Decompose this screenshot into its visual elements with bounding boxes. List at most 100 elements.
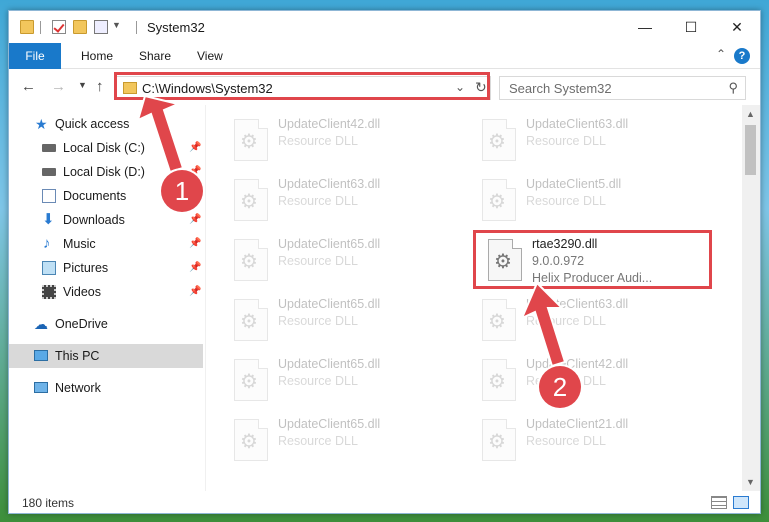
download-icon: ⬇: [42, 211, 55, 228]
properties-icon[interactable]: [52, 20, 66, 34]
scrollbar-thumb[interactable]: [745, 125, 756, 175]
file-item[interactable]: ⚙ UpdateClient65.dll Resource DLL: [228, 295, 448, 347]
sidebar-item-downloads[interactable]: ⬇ Downloads 📌: [9, 208, 203, 232]
file-type: Resource DLL: [278, 134, 358, 148]
gear-icon: ⚙: [488, 311, 506, 333]
pin-icon[interactable]: 📌: [189, 232, 201, 256]
customize-toolbar-icon[interactable]: [94, 20, 108, 34]
chevron-up-icon[interactable]: ⌃: [716, 47, 726, 61]
sidebar-item-pictures[interactable]: Pictures 📌: [9, 256, 203, 280]
folder-icon: [20, 20, 34, 34]
search-input[interactable]: Search System32 ⚲: [499, 76, 746, 100]
sidebar-item-label: Videos: [63, 285, 101, 299]
vertical-scrollbar[interactable]: ▲ ▼: [742, 105, 760, 491]
sidebar-item-label: Local Disk (C:): [63, 141, 145, 155]
dll-file-icon: ⚙: [234, 239, 268, 281]
pin-icon[interactable]: 📌: [189, 208, 201, 232]
sidebar-item-music[interactable]: ♪ Music 📌: [9, 232, 203, 256]
sidebar-item-quick-access[interactable]: ★ Quick access: [9, 112, 203, 136]
file-name: UpdateClient65.dll: [278, 297, 381, 311]
step-2-badge: 2: [539, 366, 581, 408]
pin-icon[interactable]: 📌: [189, 256, 201, 280]
forward-arrow-icon[interactable]: →: [51, 78, 66, 95]
pictures-icon: [42, 261, 56, 275]
file-item[interactable]: ⚙ UpdateClient63.dll Resource DLL: [476, 115, 696, 167]
dll-file-icon: ⚙: [234, 119, 268, 161]
back-arrow-icon[interactable]: ←: [21, 78, 36, 95]
computer-icon: [34, 350, 48, 361]
gear-icon: ⚙: [240, 311, 258, 333]
cloud-icon: ☁: [34, 316, 48, 332]
file-item[interactable]: ⚙ UpdateClient65.dll Resource DLL: [228, 355, 448, 407]
sidebar-item-network[interactable]: Network: [9, 376, 203, 400]
file-item[interactable]: ⚙ UpdateClient42.dll Resource DLL: [228, 115, 448, 167]
tab-share[interactable]: Share: [127, 43, 183, 69]
divider: [40, 21, 41, 34]
network-icon: [34, 382, 48, 393]
dll-file-icon: ⚙: [482, 359, 516, 401]
chevron-down-icon[interactable]: ▼: [112, 20, 121, 30]
dll-file-icon: ⚙: [482, 299, 516, 341]
gear-icon: ⚙: [488, 371, 506, 393]
file-item[interactable]: ⚙ UpdateClient65.dll Resource DLL: [228, 235, 448, 287]
file-item[interactable]: ⚙ UpdateClient21.dll Resource DLL: [476, 415, 696, 467]
recent-locations-icon[interactable]: ▼: [78, 80, 87, 90]
new-folder-icon[interactable]: [73, 20, 87, 34]
file-name: UpdateClient5.dll: [526, 177, 622, 191]
dll-file-icon: ⚙: [482, 119, 516, 161]
dll-file-icon: ⚙: [482, 179, 516, 221]
sidebar-item-onedrive[interactable]: ☁ OneDrive: [9, 312, 203, 336]
file-type: Resource DLL: [278, 194, 358, 208]
gear-icon: ⚙: [240, 371, 258, 393]
file-item[interactable]: ⚙ UpdateClient42.dll Resource DLL: [476, 355, 696, 407]
file-type: Resource DLL: [278, 374, 358, 388]
up-arrow-icon[interactable]: ↑: [96, 78, 104, 95]
scroll-up-icon[interactable]: ▲: [746, 109, 755, 119]
dll-file-icon: ⚙: [482, 419, 516, 461]
file-name: UpdateClient63.dll: [526, 117, 629, 131]
gear-icon: ⚙: [488, 131, 506, 153]
file-type: Resource DLL: [526, 314, 606, 328]
file-name: UpdateClient63.dll: [278, 177, 381, 191]
sidebar-item-videos[interactable]: Videos 📌: [9, 280, 203, 304]
maximize-icon[interactable]: ☐: [668, 11, 714, 43]
scroll-down-icon[interactable]: ▼: [746, 477, 755, 487]
tab-file[interactable]: File: [9, 43, 61, 69]
gear-icon: ⚙: [240, 431, 258, 453]
help-icon[interactable]: ?: [734, 48, 750, 64]
divider: [136, 21, 137, 34]
sidebar-item-label: Music: [63, 237, 96, 251]
gear-icon: ⚙: [240, 191, 258, 213]
status-bar: 180 items: [9, 491, 760, 513]
tab-home[interactable]: Home: [69, 43, 125, 69]
sidebar-item-label: Local Disk (D:): [63, 165, 145, 179]
minimize-icon[interactable]: —: [622, 11, 668, 43]
file-item[interactable]: ⚙ UpdateClient5.dll Resource DLL: [476, 175, 696, 227]
documents-icon: [42, 189, 56, 203]
gear-icon: ⚙: [240, 251, 258, 273]
pin-icon[interactable]: 📌: [189, 280, 201, 304]
details-view-icon[interactable]: [711, 496, 727, 509]
file-type: Resource DLL: [526, 194, 606, 208]
sidebar-item-label: Downloads: [63, 213, 125, 227]
large-icons-view-icon[interactable]: [733, 496, 749, 509]
close-icon[interactable]: ✕: [714, 11, 760, 43]
file-item[interactable]: ⚙ UpdateClient63.dll Resource DLL: [476, 295, 696, 347]
file-item[interactable]: ⚙ UpdateClient65.dll Resource DLL: [228, 415, 448, 467]
search-icon[interactable]: ⚲: [728, 80, 738, 96]
dll-file-icon: ⚙: [234, 419, 268, 461]
step-1-badge: 1: [161, 170, 203, 212]
sidebar-item-label: This PC: [55, 349, 100, 363]
file-type: Resource DLL: [526, 134, 606, 148]
sidebar-item-local-disk-c[interactable]: Local Disk (C:) 📌: [9, 136, 203, 160]
file-item[interactable]: ⚙ UpdateClient63.dll Resource DLL: [228, 175, 448, 227]
sidebar-item-this-pc[interactable]: This PC: [9, 344, 203, 368]
tab-view[interactable]: View: [185, 43, 235, 69]
sidebar-item-label: Quick access: [55, 117, 130, 131]
file-name: UpdateClient42.dll: [526, 357, 629, 371]
file-type: Resource DLL: [526, 434, 606, 448]
address-bar-highlight: [114, 72, 490, 100]
pin-icon[interactable]: 📌: [189, 136, 201, 160]
file-name: UpdateClient65.dll: [278, 237, 381, 251]
gear-icon: ⚙: [488, 431, 506, 453]
